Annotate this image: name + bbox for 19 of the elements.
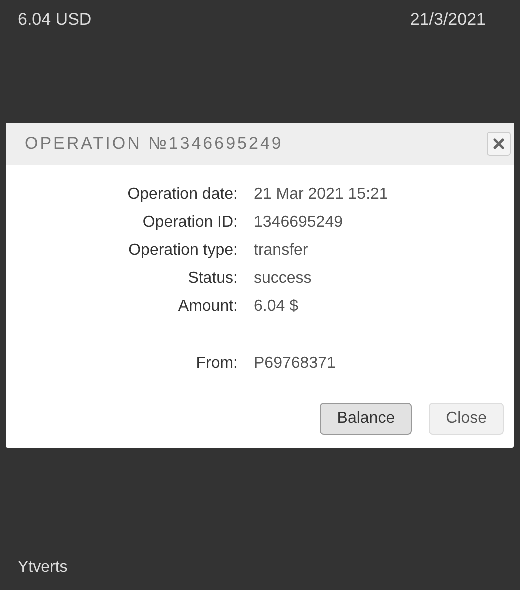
field-label: From:: [196, 354, 238, 374]
close-icon[interactable]: [487, 132, 511, 156]
date-text: 21/3/2021: [410, 9, 486, 24]
account-name: Ytverts: [18, 559, 68, 576]
close-button[interactable]: Close: [429, 403, 504, 435]
field-value: 21 Mar 2021 15:21: [254, 186, 388, 203]
field-value: P69768371: [254, 355, 336, 372]
field-value: transfer: [254, 242, 308, 259]
field-value: success: [254, 270, 312, 287]
field-label: Operation type:: [128, 241, 238, 261]
field-label: Status:: [188, 269, 238, 289]
field-label: Operation date:: [128, 185, 238, 205]
balance-button[interactable]: Balance: [320, 403, 412, 435]
field-label: Amount:: [178, 297, 238, 317]
field-value: 1346695249: [254, 214, 343, 231]
dialog-title: OPERATION №1346695249: [25, 133, 284, 156]
balance-amount: 6.04 USD: [18, 9, 92, 24]
field-label: Operation ID:: [142, 213, 238, 233]
field-value: 6.04 $: [254, 298, 298, 315]
